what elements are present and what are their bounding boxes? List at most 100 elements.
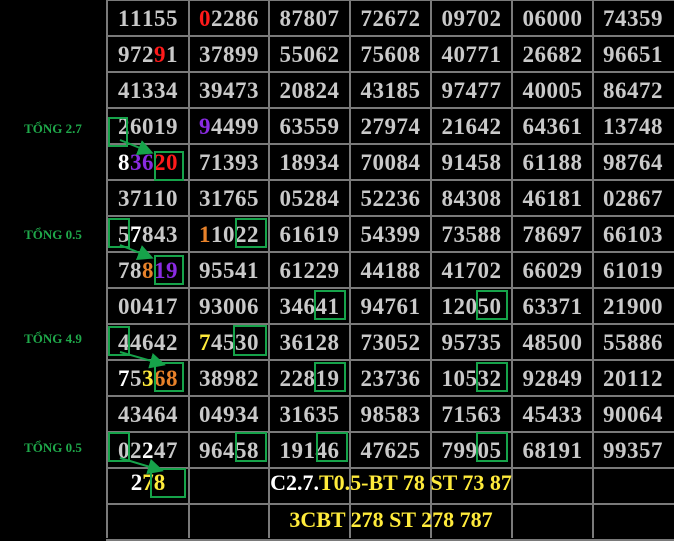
number-cell: 27974 <box>351 110 430 144</box>
digit: 4 <box>453 186 466 211</box>
digit: 2 <box>489 258 502 283</box>
number-cell: 84308 <box>432 182 511 216</box>
digit: 4 <box>211 402 223 427</box>
digit: 6 <box>303 222 316 247</box>
number-cell: 66103 <box>594 218 672 252</box>
digit: 1 <box>570 294 583 319</box>
digit: 7 <box>384 366 397 391</box>
digit: 9 <box>396 222 409 247</box>
digit: 5 <box>453 330 466 355</box>
number-cell: 63559 <box>270 110 349 144</box>
digit: 2 <box>603 294 615 319</box>
digit: 4 <box>522 330 535 355</box>
digit: 6 <box>546 222 559 247</box>
digit: 6 <box>558 114 571 139</box>
digit: 3 <box>546 114 559 139</box>
number-cell: 02247 <box>108 434 188 468</box>
digit: 3 <box>627 438 639 463</box>
digit: 2 <box>360 366 373 391</box>
digit: 7 <box>130 186 142 211</box>
digit: 5 <box>465 402 478 427</box>
digit: 8 <box>489 150 502 175</box>
number-cell: 66029 <box>513 254 592 288</box>
digit: 7 <box>360 42 373 67</box>
digit: 3 <box>615 114 627 139</box>
digit: 5 <box>166 6 178 31</box>
prediction-line-2: 3CBT 278 ST 278 787 <box>289 507 493 532</box>
number-cell: 73052 <box>351 326 430 360</box>
digit: 1 <box>408 294 421 319</box>
digit: 3 <box>372 366 385 391</box>
digit: 2 <box>118 114 130 139</box>
number-cell: 11022 <box>190 218 268 252</box>
number-cell: 38982 <box>190 362 268 396</box>
digit: 4 <box>154 438 166 463</box>
digit: 5 <box>279 42 292 67</box>
digit: 1 <box>279 150 292 175</box>
digit: 5 <box>291 186 304 211</box>
digit: 3 <box>130 150 142 175</box>
digit: 7 <box>396 6 409 31</box>
number-cell: 95735 <box>432 326 511 360</box>
number-cell: 40005 <box>513 74 592 108</box>
digit: 7 <box>441 438 454 463</box>
digit: 6 <box>279 114 292 139</box>
digit: 2 <box>211 6 223 31</box>
digit: 6 <box>247 6 259 31</box>
digit: 1 <box>154 114 166 139</box>
digit: 4 <box>211 330 223 355</box>
digit: 5 <box>615 330 627 355</box>
digit: 8 <box>408 258 421 283</box>
digit: 4 <box>615 6 627 31</box>
digit: 5 <box>223 330 235 355</box>
number-cell: 31635 <box>270 398 349 432</box>
digit: 1 <box>118 6 130 31</box>
digit: 8 <box>489 222 502 247</box>
digit: 2 <box>408 330 421 355</box>
number-cell: 20112 <box>594 362 672 396</box>
digit: 7 <box>477 78 490 103</box>
digit: 3 <box>154 78 166 103</box>
digit: 3 <box>279 294 292 319</box>
digit: 8 <box>603 78 615 103</box>
digit: 5 <box>384 402 397 427</box>
number-cell: 73588 <box>432 218 511 252</box>
digit: 2 <box>315 258 328 283</box>
digit: 6 <box>639 150 651 175</box>
digit: 5 <box>639 438 651 463</box>
digit: 8 <box>639 330 651 355</box>
digit: 9 <box>247 114 259 139</box>
digit: 3 <box>408 402 421 427</box>
digit: 9 <box>223 402 235 427</box>
number-cell: 44642 <box>108 326 188 360</box>
digit: 0 <box>627 402 639 427</box>
digit: 9 <box>199 258 211 283</box>
number-cell: 71563 <box>432 398 511 432</box>
digit: 8 <box>372 402 385 427</box>
number-cell: 55062 <box>270 38 349 72</box>
digit: 3 <box>118 186 130 211</box>
number-cell: 87807 <box>270 2 349 36</box>
digit: 2 <box>247 366 259 391</box>
digit: 0 <box>453 366 466 391</box>
digit: 0 <box>118 294 130 319</box>
number-cell: 06000 <box>513 2 592 36</box>
digit: 7 <box>639 78 651 103</box>
number-cell: 13748 <box>594 110 672 144</box>
digit: 5 <box>639 42 651 67</box>
digit: 2 <box>315 78 328 103</box>
result-prefix: 2 <box>130 470 143 495</box>
number-cell: 61188 <box>513 146 592 180</box>
digit: 3 <box>235 402 247 427</box>
digit: 3 <box>199 366 211 391</box>
digit: 8 <box>489 186 502 211</box>
digit: 9 <box>235 42 247 67</box>
digit: 1 <box>570 114 583 139</box>
digit: 5 <box>408 78 421 103</box>
digit: 1 <box>211 186 223 211</box>
number-cell: 55886 <box>594 326 672 360</box>
digit: 1 <box>211 222 223 247</box>
digit: 4 <box>327 186 340 211</box>
digit: 9 <box>603 402 615 427</box>
number-cell: 61229 <box>270 254 349 288</box>
